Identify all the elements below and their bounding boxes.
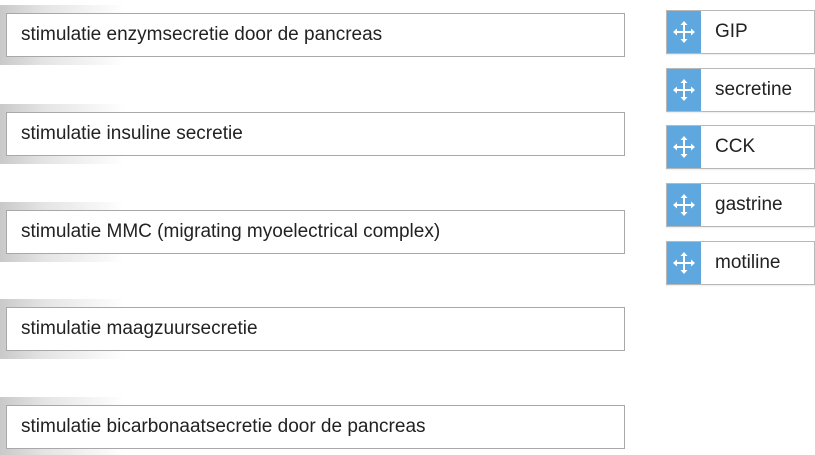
- drop-target[interactable]: stimulatie MMC (migrating myoelectrical …: [6, 210, 625, 254]
- drag-handle[interactable]: [667, 126, 701, 168]
- move-icon: [673, 79, 695, 101]
- drag-item-label: motiline: [715, 252, 781, 273]
- drag-item[interactable]: GIP: [666, 10, 815, 54]
- move-icon: [673, 252, 695, 274]
- matching-question: stimulatie enzymsecretie door de pancrea…: [0, 0, 815, 455]
- question-row: stimulatie insuline secretie: [0, 104, 628, 164]
- question-row: stimulatie bicarbonaatsecretie door de p…: [0, 397, 628, 455]
- question-row: stimulatie MMC (migrating myoelectrical …: [0, 202, 628, 262]
- move-icon: [673, 194, 695, 216]
- drag-handle[interactable]: [667, 242, 701, 284]
- question-text: stimulatie maagzuursecretie: [21, 318, 258, 339]
- drag-handle[interactable]: [667, 184, 701, 226]
- question-row: stimulatie enzymsecretie door de pancrea…: [0, 5, 628, 65]
- drag-item[interactable]: gastrine: [666, 183, 815, 227]
- question-text: stimulatie enzymsecretie door de pancrea…: [21, 24, 383, 45]
- drag-handle[interactable]: [667, 69, 701, 111]
- question-row: stimulatie maagzuursecretie: [0, 299, 628, 359]
- drag-item-label: CCK: [715, 136, 756, 157]
- drop-target[interactable]: stimulatie insuline secretie: [6, 112, 625, 156]
- question-text: stimulatie insuline secretie: [21, 123, 243, 144]
- drag-item[interactable]: CCK: [666, 125, 815, 169]
- question-text: stimulatie bicarbonaatsecretie door de p…: [21, 416, 426, 437]
- drag-item-label: GIP: [715, 21, 748, 42]
- drop-target[interactable]: stimulatie maagzuursecretie: [6, 307, 625, 351]
- drag-item[interactable]: secretine: [666, 68, 815, 112]
- drag-handle[interactable]: [667, 11, 701, 53]
- drop-target[interactable]: stimulatie bicarbonaatsecretie door de p…: [6, 405, 625, 449]
- question-text: stimulatie MMC (migrating myoelectrical …: [21, 221, 441, 242]
- drag-item-label: secretine: [715, 79, 793, 100]
- drag-item-label: gastrine: [715, 194, 783, 215]
- move-icon: [673, 21, 695, 43]
- drag-item[interactable]: motiline: [666, 241, 815, 285]
- move-icon: [673, 136, 695, 158]
- drop-target[interactable]: stimulatie enzymsecretie door de pancrea…: [6, 13, 625, 57]
